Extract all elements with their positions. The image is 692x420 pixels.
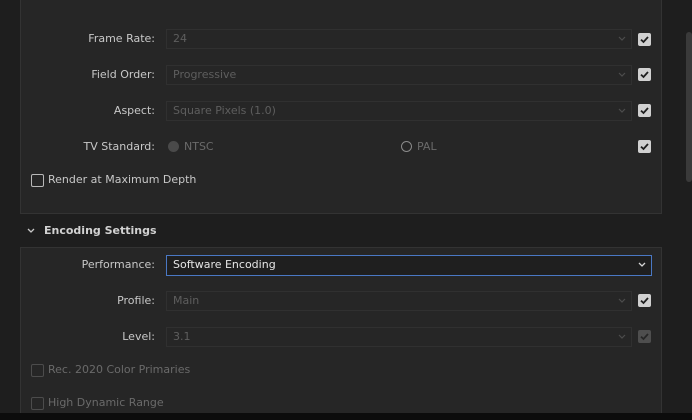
hdr-checkbox [31, 397, 44, 410]
frame-rate-match-checkbox[interactable] [638, 33, 651, 46]
ntsc-radio [168, 141, 179, 152]
checkmark-icon [640, 107, 649, 115]
level-select: 3.1 [166, 327, 632, 347]
chevron-down-icon [618, 36, 626, 41]
checkmark-icon [640, 143, 649, 151]
frame-rate-select: 24 [166, 29, 632, 49]
performance-value: Software Encoding [173, 258, 276, 271]
checkmark-icon [640, 71, 649, 79]
profile-match-checkbox[interactable] [638, 294, 651, 307]
aspect-match-checkbox[interactable] [638, 104, 651, 117]
chevron-down-icon [618, 334, 626, 339]
aspect-value: Square Pixels (1.0) [173, 104, 276, 117]
hdr-label: High Dynamic Range [48, 396, 164, 409]
level-value: 3.1 [173, 330, 191, 343]
pal-radio-label: PAL [417, 140, 437, 153]
window-bottom-edge [0, 413, 692, 420]
checkmark-icon [640, 36, 649, 44]
field-order-select: Progressive [166, 65, 632, 85]
performance-label: Performance: [81, 258, 155, 271]
profile-select: Main [166, 291, 632, 311]
ntsc-radio-label: NTSC [184, 140, 214, 153]
aspect-label: Aspect: [113, 104, 155, 117]
chevron-down-icon [638, 262, 646, 267]
render-max-depth-checkbox[interactable] [31, 174, 44, 187]
level-match-checkbox [638, 330, 651, 343]
chevron-down-icon [618, 108, 626, 113]
level-label: Level: [122, 330, 155, 343]
profile-value: Main [173, 294, 200, 307]
rec2020-label: Rec. 2020 Color Primaries [48, 363, 191, 376]
field-order-label: Field Order: [91, 68, 155, 81]
checkmark-icon [640, 333, 649, 341]
performance-select[interactable]: Software Encoding [166, 255, 652, 276]
frame-rate-value: 24 [173, 32, 187, 45]
chevron-down-icon [618, 298, 626, 303]
tv-standard-label: TV Standard: [83, 140, 156, 153]
tv-standard-match-checkbox[interactable] [638, 140, 651, 153]
frame-rate-label: Frame Rate: [88, 32, 155, 45]
encoding-settings-title[interactable]: Encoding Settings [44, 224, 157, 238]
chevron-down-icon [618, 72, 626, 77]
chevron-down-icon[interactable] [26, 226, 36, 236]
checkmark-icon [640, 297, 649, 305]
profile-label: Profile: [117, 294, 155, 307]
scrollbar[interactable] [686, 32, 692, 182]
render-max-depth-label: Render at Maximum Depth [48, 173, 197, 186]
field-order-value: Progressive [173, 68, 237, 81]
aspect-select: Square Pixels (1.0) [166, 101, 632, 121]
pal-radio [401, 141, 412, 152]
rec2020-checkbox [31, 364, 44, 377]
field-order-match-checkbox[interactable] [638, 68, 651, 81]
